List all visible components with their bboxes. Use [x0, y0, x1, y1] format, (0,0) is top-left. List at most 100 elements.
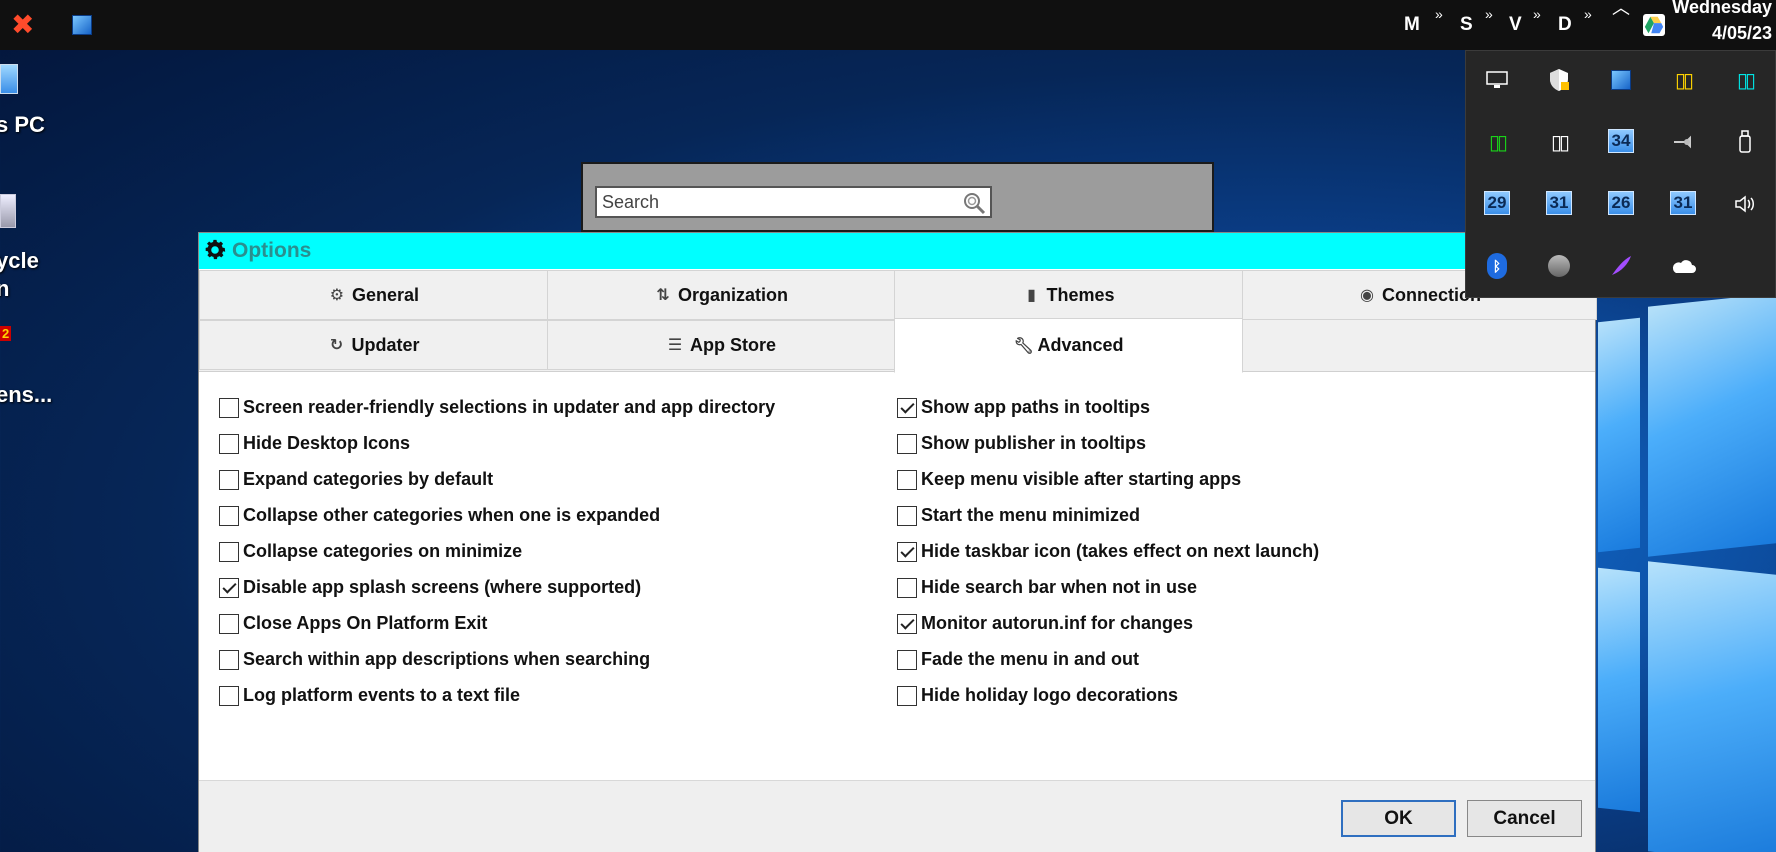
option-search-descriptions[interactable]: Search within app descriptions when sear… — [219, 649, 650, 670]
counter-icon[interactable]: 29 — [1484, 191, 1510, 215]
option-collapse-other[interactable]: Collapse other categories when one is ex… — [219, 505, 660, 526]
drive-d-button[interactable]: D — [1558, 14, 1572, 36]
green-bars-icon[interactable]: ▯▯ — [1484, 129, 1510, 155]
option-disable-splash[interactable]: Disable app splash screens (where suppor… — [219, 577, 641, 598]
checkbox[interactable] — [219, 613, 239, 634]
checkbox[interactable] — [897, 541, 917, 562]
drive-m-button[interactable]: M — [1404, 14, 1420, 36]
desktop-icon-this-pc-label[interactable]: s PC — [0, 112, 45, 138]
drive-s-button[interactable]: S — [1460, 14, 1473, 36]
counter-icon[interactable]: 31 — [1546, 191, 1572, 215]
chevron-right-icon[interactable]: » — [1533, 6, 1541, 22]
checkbox[interactable] — [219, 685, 239, 706]
clock-day: Wednesday — [1672, 0, 1772, 17]
option-monitor-autorun[interactable]: Monitor autorun.inf for changes — [897, 613, 1193, 634]
counter-icon[interactable]: 26 — [1608, 191, 1634, 215]
tab-themes[interactable]: ▮ Themes — [894, 270, 1243, 320]
option-screen-reader[interactable]: Screen reader-friendly selections in upd… — [219, 397, 775, 418]
computer-icon[interactable] — [0, 64, 18, 94]
checkbox[interactable] — [219, 577, 239, 598]
chevron-up-icon[interactable]: ︿ — [1612, 0, 1630, 20]
cancel-button[interactable]: Cancel — [1467, 800, 1582, 837]
wallpaper-pane — [1648, 561, 1776, 852]
option-hide-desktop-icons[interactable]: Hide Desktop Icons — [219, 433, 410, 454]
tab-advanced[interactable]: 🔧︎ Advanced — [894, 318, 1243, 373]
checkbox[interactable] — [897, 433, 917, 454]
option-show-app-paths[interactable]: Show app paths in tooltips — [897, 397, 1150, 418]
checkbox[interactable] — [897, 685, 917, 706]
steam-icon[interactable] — [1546, 253, 1572, 279]
checkbox[interactable] — [897, 397, 917, 418]
option-hide-taskbar-icon[interactable]: Hide taskbar icon (takes effect on next … — [897, 541, 1319, 562]
speaker-icon[interactable] — [1732, 191, 1758, 217]
onedrive-cloud-icon[interactable] — [1670, 253, 1696, 279]
tab-app-store[interactable]: ☰ App Store — [547, 320, 895, 370]
google-drive-icon[interactable] — [1643, 14, 1665, 36]
wrench-icon: 🔧︎ — [1013, 337, 1034, 355]
desktop-icon-recycle-label-2[interactable]: n — [0, 276, 9, 302]
white-bars-icon[interactable]: ▯▯ — [1546, 129, 1572, 155]
checkbox[interactable] — [219, 505, 239, 526]
checkbox[interactable] — [897, 613, 917, 634]
option-expand-categories[interactable]: Expand categories by default — [219, 469, 493, 490]
feather-icon[interactable] — [1608, 253, 1634, 279]
option-keep-menu-visible[interactable]: Keep menu visible after starting apps — [897, 469, 1241, 490]
chevron-right-icon[interactable]: » — [1584, 6, 1592, 22]
chevron-right-icon[interactable]: » — [1435, 6, 1443, 22]
desktop-icon-recycle-label[interactable]: ycle — [0, 248, 39, 274]
app-window-icon[interactable] — [1608, 67, 1634, 93]
title-bar[interactable]: Options — [199, 233, 1595, 269]
drive-v-button[interactable]: V — [1509, 14, 1522, 36]
checkbox[interactable] — [897, 469, 917, 490]
tab-organization[interactable]: ⇅ Organization — [547, 270, 895, 320]
checkbox[interactable] — [219, 649, 239, 670]
checkbox[interactable] — [219, 397, 239, 418]
option-hide-holiday-logo[interactable]: Hide holiday logo decorations — [897, 685, 1178, 706]
checkbox[interactable] — [219, 433, 239, 454]
option-start-minimized[interactable]: Start the menu minimized — [897, 505, 1140, 526]
option-close-apps-exit[interactable]: Close Apps On Platform Exit — [219, 613, 487, 634]
option-fade-menu[interactable]: Fade the menu in and out — [897, 649, 1139, 670]
counter-icon[interactable]: 31 — [1670, 191, 1696, 215]
app-window-icon[interactable] — [72, 15, 92, 35]
bluetooth-icon[interactable]: ᛒ — [1484, 253, 1510, 279]
option-hide-search-bar[interactable]: Hide search bar when not in use — [897, 577, 1197, 598]
usb-device-icon[interactable] — [1670, 129, 1696, 155]
yellow-bars-icon[interactable]: ▯▯ — [1670, 67, 1696, 93]
search-icon[interactable] — [962, 191, 986, 215]
checkbox[interactable] — [897, 505, 917, 526]
checkbox[interactable] — [897, 649, 917, 670]
sort-icon: ⇅ — [656, 287, 670, 304]
counter-icon[interactable]: 34 — [1608, 129, 1634, 153]
cyan-bars-icon[interactable]: ▯▯ — [1732, 67, 1758, 93]
usb-drive-icon[interactable] — [1732, 129, 1758, 155]
launcher-window — [581, 162, 1214, 232]
chevron-right-icon[interactable]: » — [1485, 6, 1493, 22]
connection-icon: ◉ — [1360, 287, 1374, 304]
checkbox[interactable] — [219, 541, 239, 562]
clock-date: 4/05/23 — [1711, 23, 1772, 43]
clock[interactable]: Wednesday 4/05/23 — [1666, 0, 1776, 46]
checkbox[interactable] — [897, 577, 917, 598]
option-show-publisher[interactable]: Show publisher in tooltips — [897, 433, 1146, 454]
option-label: Monitor autorun.inf for changes — [921, 613, 1193, 633]
options-dialog: Options ⚙ General ⇅ Organization ▮ Theme… — [198, 232, 1597, 852]
recycle-bin-icon[interactable] — [0, 194, 16, 228]
network-icon[interactable] — [1484, 67, 1510, 93]
checkbox[interactable] — [219, 469, 239, 490]
ok-button[interactable]: OK — [1341, 800, 1456, 837]
search-input[interactable] — [597, 188, 957, 216]
security-shield-icon[interactable] — [1546, 67, 1572, 93]
option-label: Disable app splash screens (where suppor… — [243, 577, 642, 597]
desktop-icon-app-label[interactable]: ens... — [0, 382, 52, 408]
option-collapse-minimize[interactable]: Collapse categories on minimize — [219, 541, 522, 562]
option-label: Collapse other categories when one is ex… — [243, 505, 661, 525]
close-x-icon[interactable]: ✖ — [11, 11, 37, 39]
tab-updater[interactable]: ↻ Updater — [199, 320, 548, 370]
app-shortcut-icon[interactable]: 2 — [0, 326, 18, 360]
option-label: Hide holiday logo decorations — [921, 685, 1179, 705]
list-icon: ☰ — [667, 337, 683, 354]
option-log-events[interactable]: Log platform events to a text file — [219, 685, 520, 706]
tab-general[interactable]: ⚙ General — [199, 270, 548, 320]
option-label: Keep menu visible after starting apps — [921, 469, 1242, 489]
